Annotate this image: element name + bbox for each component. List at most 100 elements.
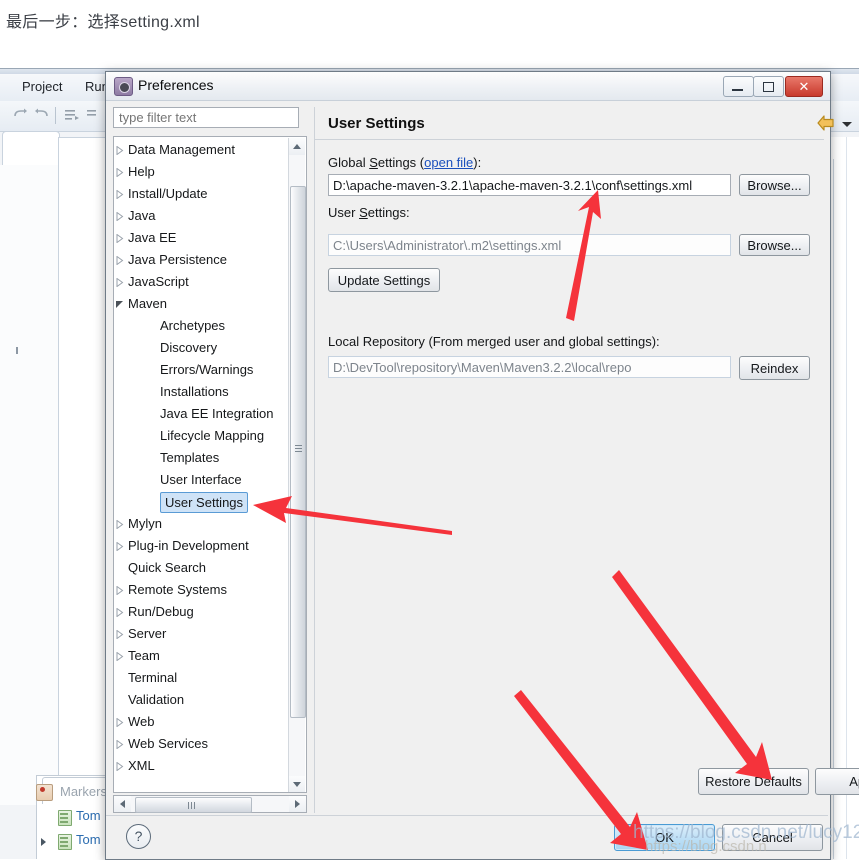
tree-collapsed-arrow-icon[interactable] <box>116 740 123 749</box>
tree-collapsed-arrow-icon[interactable] <box>116 608 123 617</box>
tree-item-discovery[interactable]: Discovery <box>114 337 288 359</box>
user-settings-browse-button[interactable]: Browse... <box>739 234 810 256</box>
horizontal-scroll-thumb[interactable] <box>135 797 252 813</box>
tree-item-errors-warnings[interactable]: Errors/Warnings <box>114 359 288 381</box>
tree-item-install-update[interactable]: Install/Update <box>114 183 288 205</box>
back-arrow-icon[interactable] <box>816 114 836 135</box>
tree-expanded-arrow-icon[interactable] <box>116 300 123 309</box>
tree-collapsed-arrow-icon[interactable] <box>116 168 123 177</box>
preferences-tree[interactable]: Data ManagementHelpInstall/UpdateJavaJav… <box>113 136 307 793</box>
tree-item-installations[interactable]: Installations <box>114 381 288 403</box>
tree-item-label: Validation <box>128 689 184 711</box>
global-settings-input[interactable] <box>328 174 731 196</box>
tree-item-java[interactable]: Java <box>114 205 288 227</box>
tree-collapsed-arrow-icon[interactable] <box>116 190 123 199</box>
global-settings-browse-button[interactable]: Browse... <box>739 174 810 196</box>
tree-collapsed-arrow-icon[interactable] <box>116 630 123 639</box>
maximize-button[interactable] <box>753 76 784 97</box>
tree-item-web[interactable]: Web <box>114 711 288 733</box>
tree-collapsed-arrow-icon[interactable] <box>116 256 123 265</box>
tree-item-templates[interactable]: Templates <box>114 447 288 469</box>
tree-item-maven[interactable]: Maven <box>114 293 288 315</box>
tree-item-label: Installations <box>160 381 229 403</box>
ide-editor-tab[interactable] <box>2 131 60 167</box>
vertical-scroll-thumb[interactable] <box>290 186 306 718</box>
expand-arrow-icon[interactable] <box>41 838 46 846</box>
dialog-title-bar[interactable]: Preferences ✕ <box>106 72 830 101</box>
tree-collapsed-arrow-icon[interactable] <box>116 212 123 221</box>
tree-item-lifecycle-mapping[interactable]: Lifecycle Mapping <box>114 425 288 447</box>
tree-item-xml[interactable]: XML <box>114 755 288 777</box>
open-file-link[interactable]: open file <box>424 155 473 170</box>
ide-menu-project[interactable]: Project <box>22 79 62 94</box>
tree-item-label: Java EE <box>128 227 176 249</box>
tree-item-label: User Settings <box>160 492 248 513</box>
tree-collapsed-arrow-icon[interactable] <box>116 520 123 529</box>
tree-item-archetypes[interactable]: Archetypes <box>114 315 288 337</box>
scroll-left-icon[interactable] <box>114 796 131 812</box>
tree-collapsed-arrow-icon[interactable] <box>116 542 123 551</box>
tree-item-label: User Interface <box>160 469 242 491</box>
scroll-up-icon[interactable] <box>289 138 305 155</box>
tree-item-label: Mylyn <box>128 513 162 535</box>
tree-item-team[interactable]: Team <box>114 645 288 667</box>
tree-item-data-management[interactable]: Data Management <box>114 139 288 161</box>
tree-item-java-persistence[interactable]: Java Persistence <box>114 249 288 271</box>
apply-button[interactable]: Apply <box>815 768 859 795</box>
server-row-1[interactable]: Tom <box>76 808 101 823</box>
tree-collapsed-arrow-icon[interactable] <box>116 718 123 727</box>
restore-defaults-button[interactable]: Restore Defaults <box>698 768 809 795</box>
tree-item-validation[interactable]: Validation <box>114 689 288 711</box>
tree-item-label: Discovery <box>160 337 217 359</box>
tree-horizontal-scrollbar[interactable] <box>113 795 307 813</box>
minimize-button[interactable] <box>723 76 754 97</box>
title-divider <box>315 139 824 140</box>
tree-item-label: Java Persistence <box>128 249 227 271</box>
redo-icon[interactable] <box>34 107 50 123</box>
tree-collapsed-arrow-icon[interactable] <box>116 762 123 771</box>
tree-item-quick-search[interactable]: Quick Search <box>114 557 288 579</box>
filter-input[interactable] <box>113 107 299 128</box>
tree-item-run-debug[interactable]: Run/Debug <box>114 601 288 623</box>
tree-item-remote-systems[interactable]: Remote Systems <box>114 579 288 601</box>
tree-item-javascript[interactable]: JavaScript <box>114 271 288 293</box>
ok-button[interactable]: OK <box>614 824 715 851</box>
tree-item-web-services[interactable]: Web Services <box>114 733 288 755</box>
footer-divider <box>106 815 828 816</box>
tree-item-java-ee-integration[interactable]: Java EE Integration <box>114 403 288 425</box>
reindex-button[interactable]: Reindex <box>739 356 810 380</box>
tree-item-plug-in-development[interactable]: Plug-in Development <box>114 535 288 557</box>
dialog-title: Preferences <box>138 77 213 93</box>
markers-icon <box>36 784 53 801</box>
tree-item-server[interactable]: Server <box>114 623 288 645</box>
debug-icon[interactable] <box>86 107 102 123</box>
scroll-down-icon[interactable] <box>289 776 305 793</box>
server-row-2[interactable]: Tom <box>76 832 101 847</box>
tree-item-label: Data Management <box>128 139 235 161</box>
update-settings-button[interactable]: Update Settings <box>328 268 440 292</box>
user-settings-input[interactable] <box>328 234 731 256</box>
undo-icon[interactable] <box>12 107 28 123</box>
tree-collapsed-arrow-icon[interactable] <box>116 278 123 287</box>
tree-collapsed-arrow-icon[interactable] <box>116 652 123 661</box>
scroll-right-icon[interactable] <box>289 796 306 812</box>
close-button[interactable]: ✕ <box>785 76 823 97</box>
tree-item-help[interactable]: Help <box>114 161 288 183</box>
tree-item-mylyn[interactable]: Mylyn <box>114 513 288 535</box>
tree-item-terminal[interactable]: Terminal <box>114 667 288 689</box>
global-settings-label: Global Settings (open file): <box>328 155 481 170</box>
tree-item-user-interface[interactable]: User Interface <box>114 469 288 491</box>
tree-item-user-settings[interactable]: User Settings <box>114 491 288 513</box>
help-icon[interactable]: ? <box>126 824 151 849</box>
tree-item-label: Install/Update <box>128 183 208 205</box>
tree-item-java-ee[interactable]: Java EE <box>114 227 288 249</box>
tree-vertical-scrollbar[interactable] <box>288 138 305 793</box>
tree-collapsed-arrow-icon[interactable] <box>116 146 123 155</box>
tree-item-label: Terminal <box>128 667 177 689</box>
local-repository-input[interactable] <box>328 356 731 378</box>
cancel-button[interactable]: Cancel <box>722 824 823 851</box>
tree-collapsed-arrow-icon[interactable] <box>116 586 123 595</box>
run-as-icon[interactable] <box>64 107 80 123</box>
back-history-chevron-down-icon[interactable] <box>842 122 852 127</box>
tree-collapsed-arrow-icon[interactable] <box>116 234 123 243</box>
